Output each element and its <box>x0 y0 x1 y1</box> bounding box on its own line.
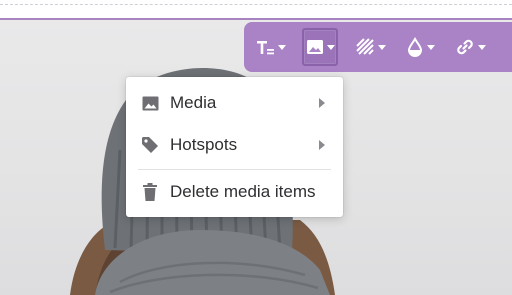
menu-item-hotspots[interactable]: Hotspots <box>126 127 343 163</box>
chevron-down-icon <box>326 44 335 50</box>
drop-icon <box>407 37 422 57</box>
dashed-guide <box>0 4 512 5</box>
link-icon <box>456 39 473 55</box>
text-size-icon <box>256 41 274 55</box>
pattern-button[interactable] <box>352 28 388 66</box>
trash-icon <box>140 182 160 202</box>
image-icon <box>306 40 323 54</box>
image-dropdown-menu: Media Hotspots Delete media items <box>126 77 343 217</box>
chevron-down-icon <box>277 44 286 50</box>
menu-item-label: Media <box>170 93 217 112</box>
image-button[interactable] <box>302 28 338 66</box>
chevron-down-icon <box>377 44 386 50</box>
menu-item-media[interactable]: Media <box>126 85 343 121</box>
stripes-icon <box>355 38 374 55</box>
text-style-button[interactable] <box>252 28 288 66</box>
fill-button[interactable] <box>402 28 438 66</box>
chevron-down-icon <box>477 44 486 50</box>
chevron-down-icon <box>426 44 435 50</box>
canvas-top-strip <box>0 0 512 20</box>
menu-divider <box>138 169 331 170</box>
chevron-right-icon <box>319 98 325 108</box>
tag-icon <box>140 135 160 155</box>
image-icon <box>140 93 160 113</box>
menu-item-delete-media[interactable]: Delete media items <box>126 174 343 210</box>
link-button[interactable] <box>452 28 488 66</box>
media-toolbar <box>244 22 512 72</box>
menu-item-label: Delete media items <box>170 182 316 201</box>
chevron-right-icon <box>319 140 325 150</box>
menu-item-label: Hotspots <box>170 135 238 154</box>
